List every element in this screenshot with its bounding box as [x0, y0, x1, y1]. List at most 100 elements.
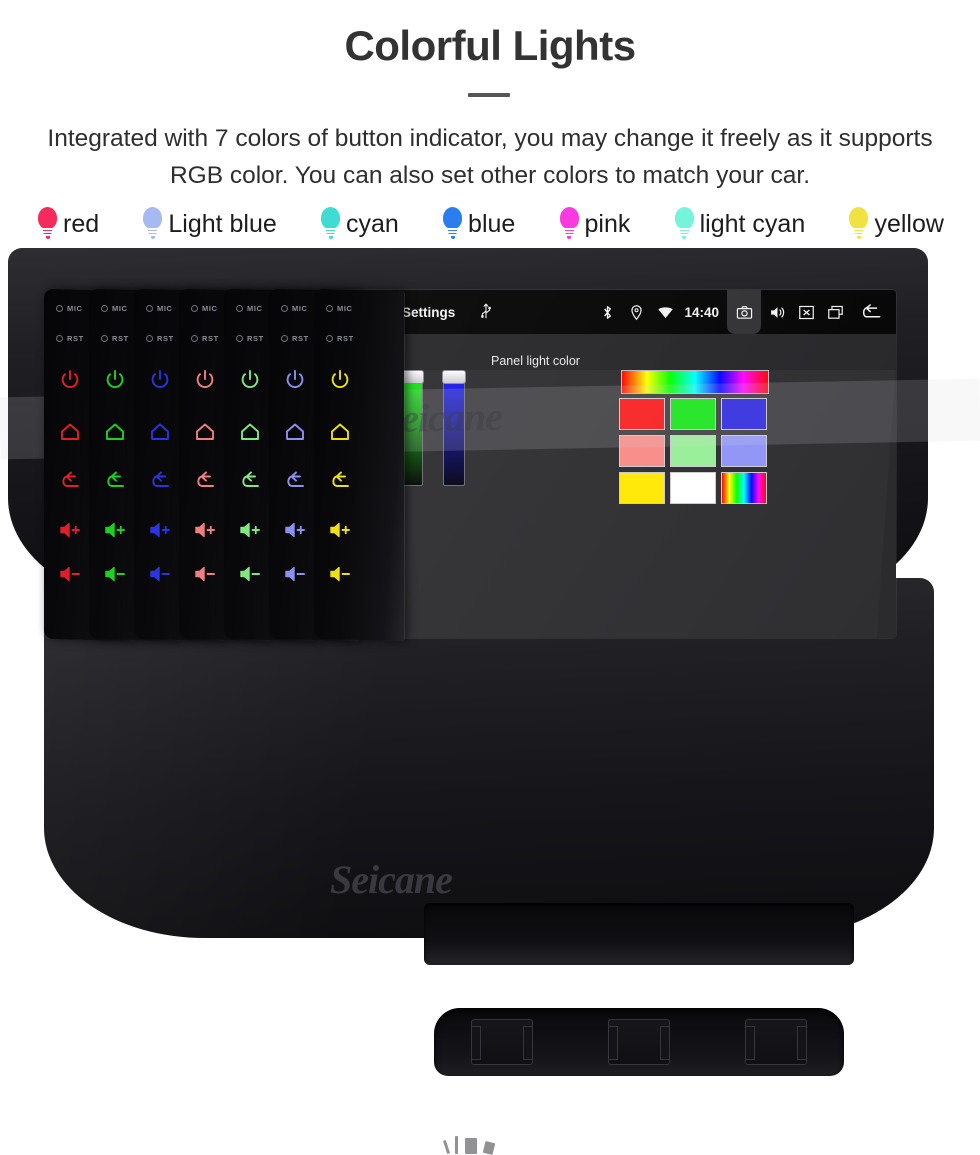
- color-legend: red Light blue cyan blue pink light cyan yello…: [36, 203, 944, 245]
- location-pin-icon: [631, 304, 643, 320]
- back-icon[interactable]: [328, 468, 352, 492]
- mic-label: MIC: [56, 304, 83, 313]
- back-arrow-icon[interactable]: [860, 303, 882, 321]
- back-icon[interactable]: [148, 468, 172, 492]
- status-bar-title: Settings: [402, 304, 456, 320]
- dialog-title: Panel light color: [491, 354, 580, 368]
- bulb-icon: [36, 207, 59, 241]
- title-divider: [468, 93, 510, 97]
- bulb-icon: [319, 207, 342, 241]
- power-icon[interactable]: [193, 368, 217, 392]
- vent-knob[interactable]: [471, 1019, 534, 1065]
- green-slider[interactable]: [400, 370, 424, 486]
- rst-label: RST: [146, 334, 174, 343]
- blue-slider-thumb[interactable]: [442, 370, 466, 384]
- swatch-periwinkle[interactable]: [721, 435, 767, 467]
- legend-label: Light blue: [168, 209, 277, 238]
- legend-label: cyan: [346, 209, 399, 238]
- volume-down-icon[interactable]: [238, 562, 262, 586]
- vent-well: [434, 1008, 844, 1076]
- swatch-salmon[interactable]: [619, 435, 665, 467]
- rst-label: RST: [56, 334, 84, 343]
- volume-down-icon[interactable]: [58, 562, 82, 586]
- close-box-icon[interactable]: [798, 304, 815, 321]
- rst-label: RST: [191, 334, 219, 343]
- legend-item-light-blue: Light blue: [141, 207, 277, 241]
- vent-knob[interactable]: [744, 1019, 807, 1065]
- back-icon[interactable]: [103, 468, 127, 492]
- home-icon[interactable]: [238, 420, 262, 444]
- volume-up-icon[interactable]: [238, 518, 262, 542]
- bottom-control-marks: [442, 1108, 545, 1155]
- recents-icon[interactable]: [827, 304, 844, 321]
- swatch-green[interactable]: [670, 398, 716, 430]
- hue-gradient-bar[interactable]: [621, 370, 769, 394]
- legend-label: blue: [468, 209, 516, 238]
- legend-item-pink: pink: [558, 207, 631, 241]
- power-icon[interactable]: [103, 368, 127, 392]
- back-icon[interactable]: [193, 468, 217, 492]
- power-icon[interactable]: [238, 368, 262, 392]
- blue-slider[interactable]: [442, 370, 466, 486]
- volume-down-icon[interactable]: [103, 562, 127, 586]
- speaker-icon[interactable]: [769, 304, 786, 321]
- legend-label: red: [63, 209, 100, 238]
- home-icon[interactable]: [148, 420, 172, 444]
- power-icon[interactable]: [283, 368, 307, 392]
- swatch-red[interactable]: [619, 398, 665, 430]
- home-icon[interactable]: [283, 420, 307, 444]
- mic-led-icon: [191, 305, 198, 312]
- home-icon[interactable]: [103, 420, 127, 444]
- control-mark: [465, 1138, 477, 1154]
- volume-down-icon[interactable]: [283, 562, 307, 586]
- camera-button[interactable]: [727, 290, 761, 334]
- volume-up-icon[interactable]: [58, 518, 82, 542]
- rst-led-icon: [281, 335, 288, 342]
- home-icon[interactable]: [328, 420, 352, 444]
- swatch-rainbow[interactable]: [721, 472, 767, 504]
- mic-led-icon: [56, 305, 63, 312]
- mic-label: MIC: [236, 304, 263, 313]
- mic-led-icon: [281, 305, 288, 312]
- mic-led-icon: [326, 305, 333, 312]
- volume-down-icon[interactable]: [328, 562, 352, 586]
- swatch-light-green[interactable]: [670, 435, 716, 467]
- back-icon[interactable]: [238, 468, 262, 492]
- header-section: Colorful Lights Integrated with 7 colors…: [0, 0, 980, 252]
- power-icon[interactable]: [328, 368, 352, 392]
- android-screen: Settings 14:40 Panel light color: [326, 290, 896, 638]
- wifi-icon: [658, 306, 674, 318]
- volume-down-icon[interactable]: [193, 562, 217, 586]
- bulb-icon: [441, 207, 464, 241]
- bulb-icon: [141, 207, 164, 241]
- bluetooth-icon: [604, 305, 612, 319]
- home-icon[interactable]: [193, 420, 217, 444]
- volume-up-icon[interactable]: [148, 518, 172, 542]
- legend-item-red: red: [36, 207, 99, 241]
- bulb-icon: [558, 207, 581, 241]
- rst-led-icon: [236, 335, 243, 342]
- rst-led-icon: [56, 335, 63, 342]
- legend-label: pink: [584, 209, 631, 238]
- page-title: Colorful Lights: [344, 22, 636, 69]
- power-icon[interactable]: [148, 368, 172, 392]
- settings-toolbar: [326, 334, 896, 370]
- mic-label: MIC: [191, 304, 218, 313]
- volume-up-icon[interactable]: [193, 518, 217, 542]
- back-icon[interactable]: [58, 468, 82, 492]
- power-icon[interactable]: [58, 368, 82, 392]
- home-icon[interactable]: [58, 420, 82, 444]
- volume-up-icon[interactable]: [328, 518, 352, 542]
- volume-up-icon[interactable]: [103, 518, 127, 542]
- control-mark: [482, 1140, 496, 1155]
- swatch-yellow[interactable]: [619, 472, 665, 504]
- back-icon[interactable]: [283, 468, 307, 492]
- volume-up-icon[interactable]: [283, 518, 307, 542]
- mic-label: MIC: [146, 304, 173, 313]
- swatch-white[interactable]: [670, 472, 716, 504]
- volume-down-icon[interactable]: [148, 562, 172, 586]
- color-swatch-grid: [619, 398, 771, 506]
- vent-knob[interactable]: [607, 1019, 670, 1065]
- swatch-blue[interactable]: [721, 398, 767, 430]
- status-bar: Settings 14:40: [326, 290, 896, 334]
